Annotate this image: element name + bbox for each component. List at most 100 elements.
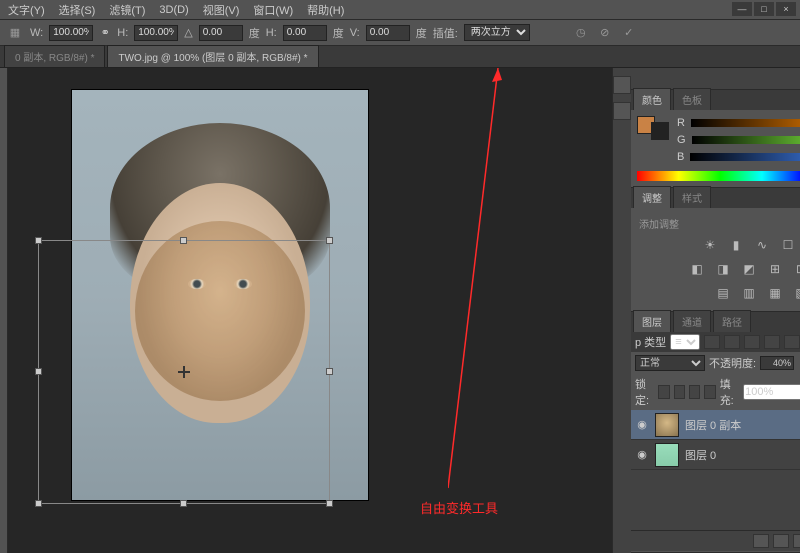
filter-smart-icon[interactable]: [784, 335, 800, 349]
adj-lookup-icon[interactable]: ⊡: [792, 261, 800, 277]
doc-tab-2[interactable]: TWO.jpg @ 100% (图层 0 副本, RGB/8#) *: [107, 45, 318, 67]
menu-window[interactable]: 窗口(W): [253, 2, 293, 18]
lock-all-icon[interactable]: [704, 385, 715, 399]
menu-select[interactable]: 选择(S): [59, 2, 96, 18]
interpolation-select[interactable]: 两次立方: [464, 24, 530, 41]
layer-fx-icon[interactable]: [773, 534, 789, 548]
adjustments-tab[interactable]: 调整: [633, 186, 671, 208]
filter-shape-icon[interactable]: [764, 335, 780, 349]
options-bar: ▦ W: ⚭ H: △ 度 H: 度 V: 度 插值: 两次立方 ◷ ⊘ ✓: [0, 20, 800, 46]
annotation-arrow: [448, 68, 508, 498]
hue-ramp[interactable]: [637, 171, 800, 181]
styles-tab[interactable]: 样式: [673, 186, 711, 208]
height-input[interactable]: [134, 25, 178, 41]
layer-visibility-icon[interactable]: ◉: [635, 418, 649, 432]
b-label: B: [677, 151, 684, 163]
properties-panel-icon[interactable]: [613, 102, 631, 120]
transform-handle-ml[interactable]: [35, 368, 42, 375]
annotation-text: 自由变换工具: [420, 498, 498, 517]
adj-photo-icon[interactable]: ◩: [740, 261, 758, 277]
workspace-switcher[interactable]: 基本功能: [631, 68, 800, 90]
opacity-label: 不透明度:: [709, 355, 756, 371]
layer-visibility-icon[interactable]: ◉: [635, 448, 649, 462]
layer-name[interactable]: 图层 0: [685, 447, 716, 463]
lock-label: 锁定:: [635, 376, 654, 408]
history-panel-icon[interactable]: [613, 76, 631, 94]
layer-row[interactable]: ◉ 图层 0 副本: [631, 410, 800, 440]
adj-grad-icon[interactable]: ▦: [766, 285, 784, 301]
commit-transform-icon[interactable]: ✓: [620, 24, 638, 42]
menu-bar: 文字(Y) 选择(S) 滤镜(T) 3D(D) 视图(V) 窗口(W) 帮助(H…: [0, 0, 800, 20]
filter-type-icon[interactable]: [744, 335, 760, 349]
window-minimize[interactable]: —: [732, 2, 752, 16]
paths-tab[interactable]: 路径: [713, 310, 751, 332]
adjustment-hint: 添加调整: [637, 214, 800, 233]
lock-pixel-icon[interactable]: [674, 385, 685, 399]
skew-v-label: V:: [350, 27, 360, 39]
g-slider[interactable]: [692, 136, 800, 144]
color-tab[interactable]: 颜色: [633, 88, 671, 110]
adj-exposure-icon[interactable]: ☐: [779, 237, 797, 253]
layer-mask-icon[interactable]: [793, 534, 800, 548]
adj-poster-icon[interactable]: ▤: [714, 285, 732, 301]
adj-bw-icon[interactable]: ◨: [714, 261, 732, 277]
r-slider[interactable]: [691, 119, 800, 127]
layer-row[interactable]: ◉ 图层 0: [631, 440, 800, 470]
fill-input[interactable]: [743, 384, 800, 400]
menu-help[interactable]: 帮助(H): [307, 2, 344, 18]
layer-thumbnail[interactable]: [655, 413, 679, 437]
background-swatch[interactable]: [651, 122, 669, 140]
blend-mode-select[interactable]: 正常: [635, 355, 705, 371]
swatches-tab[interactable]: 色板: [673, 88, 711, 110]
transform-handle-tl[interactable]: [35, 237, 42, 244]
doc-tab-1[interactable]: 0 副本, RGB/8#) *: [4, 45, 105, 67]
tool-preset-icon[interactable]: ▦: [6, 24, 24, 42]
channels-tab[interactable]: 通道: [673, 310, 711, 332]
transform-handle-bm[interactable]: [180, 500, 187, 507]
filter-adj-icon[interactable]: [724, 335, 740, 349]
width-input[interactable]: [49, 25, 93, 41]
document-canvas[interactable]: [72, 90, 368, 500]
adj-thresh-icon[interactable]: ▥: [740, 285, 758, 301]
cancel-transform-icon[interactable]: ⊘: [596, 24, 614, 42]
lock-pos-icon[interactable]: [689, 385, 700, 399]
skew-h-unit: 度: [333, 25, 344, 41]
g-label: G: [677, 134, 686, 146]
link-icon[interactable]: ⚭: [99, 26, 111, 40]
warp-mode-icon[interactable]: ◷: [572, 24, 590, 42]
adj-select-icon[interactable]: ▧: [792, 285, 800, 301]
menu-filter[interactable]: 滤镜(T): [109, 2, 145, 18]
angle-input[interactable]: [199, 25, 243, 41]
skew-v-unit: 度: [416, 25, 427, 41]
layer-thumbnail[interactable]: [655, 443, 679, 467]
adj-hue-icon[interactable]: ◧: [688, 261, 706, 277]
link-layers-icon[interactable]: [753, 534, 769, 548]
menu-view[interactable]: 视图(V): [203, 2, 240, 18]
tool-strip[interactable]: [0, 68, 8, 553]
adj-brightness-icon[interactable]: ☀: [701, 237, 719, 253]
interp-label: 插值:: [433, 25, 458, 41]
angle-unit: 度: [249, 25, 260, 41]
menu-3d[interactable]: 3D(D): [159, 4, 188, 16]
adj-mixer-icon[interactable]: ⊞: [766, 261, 784, 277]
window-close[interactable]: ×: [776, 2, 796, 16]
adj-curves-icon[interactable]: ∿: [753, 237, 771, 253]
skew-v-input[interactable]: [366, 25, 410, 41]
image-tiger-overlay: [135, 221, 305, 401]
transform-handle-br[interactable]: [326, 500, 333, 507]
layer-name[interactable]: 图层 0 副本: [685, 417, 741, 433]
r-label: R: [677, 117, 685, 129]
window-maximize[interactable]: □: [754, 2, 774, 16]
transform-handle-bl[interactable]: [35, 500, 42, 507]
b-slider[interactable]: [690, 153, 800, 161]
menu-text[interactable]: 文字(Y): [8, 2, 45, 18]
lock-trans-icon[interactable]: [658, 385, 669, 399]
skew-h-input[interactable]: [283, 25, 327, 41]
filter-select[interactable]: ≡: [670, 334, 700, 350]
opacity-input[interactable]: [760, 356, 794, 370]
adj-levels-icon[interactable]: ▮: [727, 237, 745, 253]
filter-pixel-icon[interactable]: [704, 335, 720, 349]
fg-bg-swatches[interactable]: [637, 116, 669, 161]
layers-tab[interactable]: 图层: [633, 310, 671, 332]
canvas-area[interactable]: 自由变换工具: [8, 68, 612, 553]
